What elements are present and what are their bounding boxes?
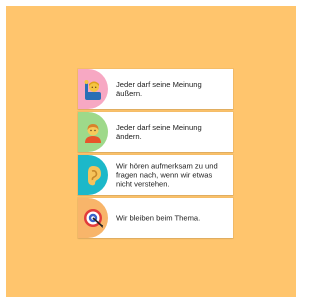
rule-text: Wir bleiben beim Thema. xyxy=(116,213,201,223)
target-icon xyxy=(84,209,103,228)
rule-card: Wir bleiben beim Thema. xyxy=(78,198,233,238)
ear-icon xyxy=(88,166,101,186)
rule-card: Wir hören aufmerksam zu und fragen nach,… xyxy=(78,155,233,195)
rule-text: Jeder darf seine Meinung äußern. xyxy=(116,80,202,98)
person-raising-hand-icon xyxy=(84,80,101,100)
rule-card: Jeder darf seine Meinung äußern. xyxy=(78,69,233,109)
rule-card: Jeder darf seine Meinung ändern. xyxy=(78,112,233,152)
rule-text: Jeder darf seine Meinung ändern. xyxy=(116,123,202,141)
person-icon xyxy=(85,124,101,143)
rule-text: Wir hören aufmerksam zu und fragen nach,… xyxy=(116,161,218,189)
rules-list: Jeder darf seine Meinung äußern. Jeder d… xyxy=(78,69,233,238)
